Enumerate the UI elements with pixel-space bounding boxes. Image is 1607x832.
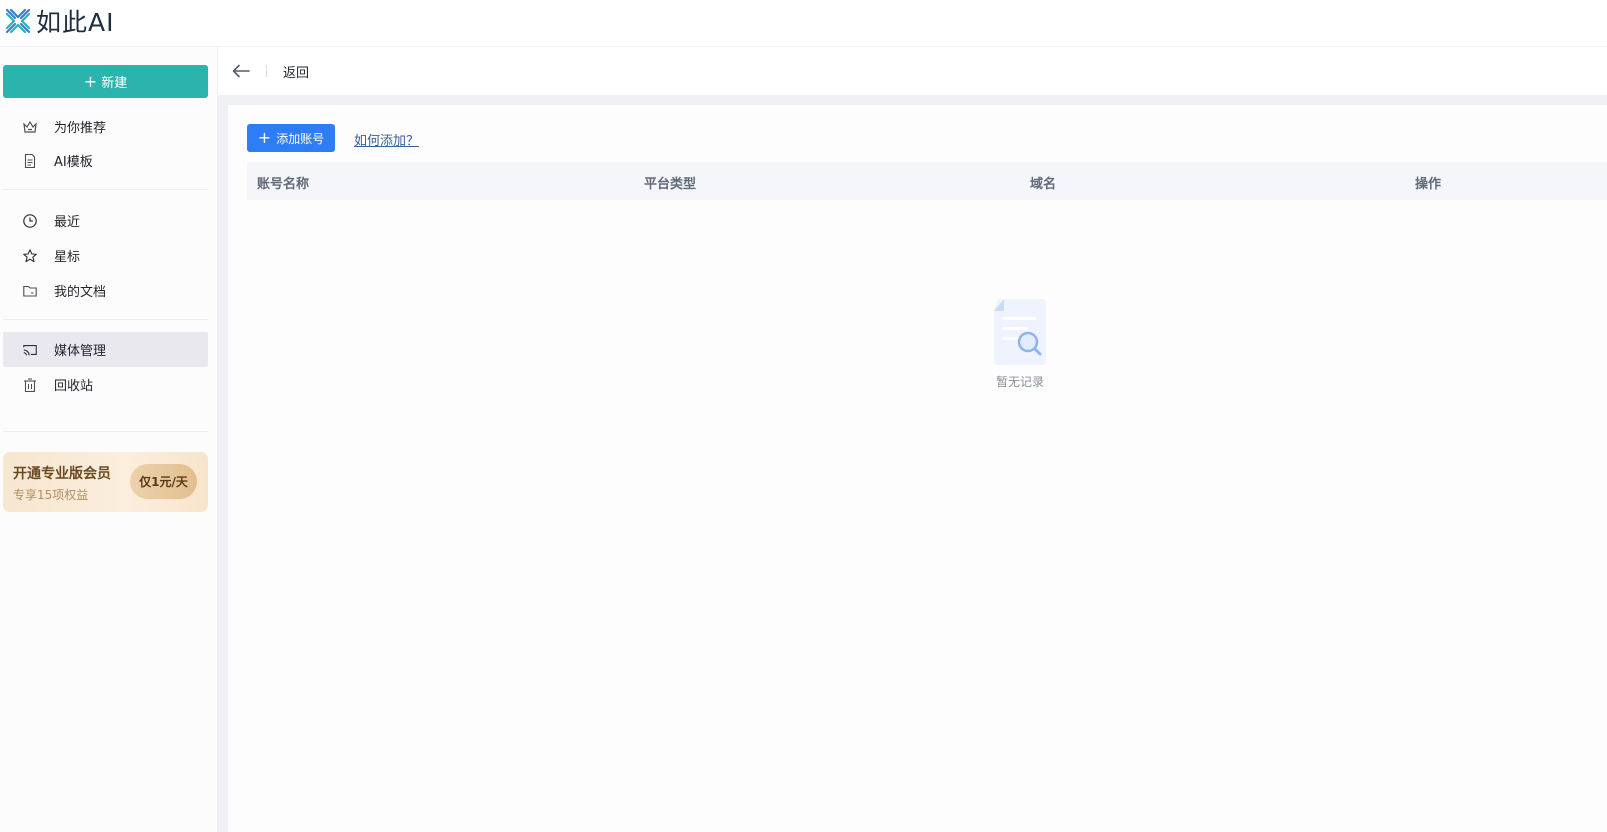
sidebar-item-label: 回收站 (54, 379, 94, 394)
plus-icon: + (83, 71, 98, 91)
star-icon (22, 248, 38, 264)
back-separator (266, 65, 267, 77)
sidebar-divider (3, 319, 208, 320)
pro-membership-banner[interactable]: 开通专业版会员 专享15项权益 仅1元/天 (3, 452, 208, 512)
back-arrow-icon[interactable] (232, 61, 252, 81)
column-header-actions: 操作 (1415, 177, 1442, 192)
back-bar: 返回 (218, 47, 1607, 95)
app-logo[interactable]: 如此AI (4, 4, 114, 38)
add-account-label: 添加账号 (276, 131, 325, 146)
new-button-label: 新建 (101, 76, 128, 91)
clock-icon (22, 213, 38, 229)
empty-state: 暂无记录 (990, 297, 1050, 390)
sidebar-item-label: 我的文档 (54, 285, 107, 300)
cast-icon (22, 342, 38, 358)
empty-document-search-icon (994, 299, 1046, 365)
column-header-platform-type: 平台类型 (644, 177, 697, 192)
sidebar-divider (3, 431, 208, 432)
sidebar-item-label: AI模板 (54, 155, 93, 170)
document-icon (22, 153, 38, 169)
app-name: 如此AI (36, 8, 115, 37)
back-button[interactable]: 返回 (283, 62, 309, 81)
new-button[interactable]: + 新建 (3, 65, 208, 98)
sidebar-item-recycle-bin[interactable]: 回收站 (3, 367, 208, 402)
sidebar-item-recent[interactable]: 最近 (3, 203, 208, 238)
folder-icon (22, 283, 38, 299)
table-header: 账号名称 平台类型 域名 操作 (247, 162, 1607, 200)
plus-icon: + (257, 128, 272, 147)
sidebar-item-media-management[interactable]: 媒体管理 (3, 332, 208, 367)
promo-subtitle: 专享15项权益 (13, 488, 89, 502)
column-header-domain: 域名 (1030, 177, 1057, 192)
content-panel: + 添加账号 如何添加？ 账号名称 平台类型 域名 操作 暂无记录 (228, 105, 1607, 832)
empty-state-text: 暂无记录 (995, 375, 1044, 389)
sidebar-item-label: 最近 (54, 215, 81, 230)
sidebar-divider (3, 189, 208, 190)
sidebar-item-label: 星标 (54, 250, 81, 265)
logo-mark-icon (5, 8, 31, 34)
column-header-account-name: 账号名称 (257, 177, 310, 192)
sidebar-item-ai-templates[interactable]: AI模板 (3, 143, 208, 178)
promo-price-button[interactable]: 仅1元/天 (130, 464, 197, 499)
sidebar-item-label: 为你推荐 (54, 121, 107, 136)
promo-title: 开通专业版会员 (13, 466, 111, 482)
sidebar-item-starred[interactable]: 星标 (3, 238, 208, 273)
crown-icon (22, 119, 38, 135)
sidebar-item-label: 媒体管理 (54, 344, 107, 359)
sidebar-item-recommend[interactable]: 为你推荐 (3, 109, 208, 144)
sidebar-item-my-docs[interactable]: 我的文档 (3, 273, 208, 308)
how-to-add-link[interactable]: 如何添加？ (354, 130, 419, 149)
sidebar: + 新建 为你推荐 AI模板 最近 星标 我的文档 媒体管理 回收站 开通专业版… (0, 47, 218, 832)
trash-icon (22, 377, 38, 393)
top-bar: 如此AI (0, 0, 1607, 47)
add-account-button[interactable]: + 添加账号 (247, 124, 335, 152)
